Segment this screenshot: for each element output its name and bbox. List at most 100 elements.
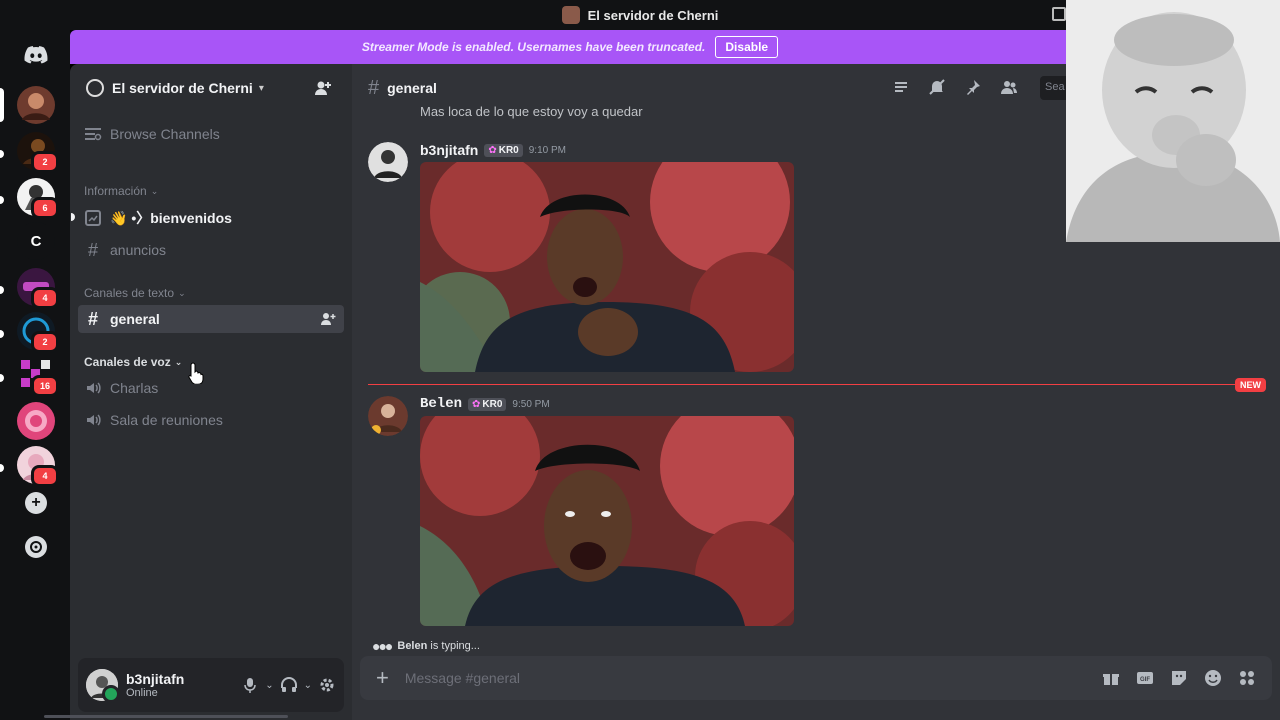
category-voice[interactable]: Canales de voz ⌄	[84, 355, 182, 369]
category-label: Canales de voz	[84, 355, 171, 369]
channel-title: general	[387, 80, 437, 96]
mention-badge: 4	[31, 287, 59, 309]
typing-user: Belen	[397, 640, 428, 652]
voice-channel-charlas[interactable]: Charlas	[78, 374, 344, 402]
typing-indicator: ●●● Belen is typing...	[372, 638, 480, 654]
avatar[interactable]	[368, 142, 408, 182]
guild-tag[interactable]: ✿ KR0	[468, 397, 507, 411]
emoji-icon[interactable]	[1204, 669, 1222, 687]
user-status: Online	[126, 687, 158, 699]
mouse-cursor-icon	[188, 362, 204, 384]
gif-picker-icon[interactable]: GIF	[1136, 669, 1154, 687]
server-icon-1[interactable]	[17, 86, 55, 124]
paw-icon: ✿	[472, 398, 481, 410]
channel-sidebar: El servidor de Cherni ▾ Browse Channels …	[70, 64, 352, 720]
mention-badge: 2	[31, 151, 59, 173]
chevron-down-icon[interactable]: ⌄	[265, 680, 273, 691]
rules-channel-icon	[85, 210, 101, 226]
new-messages-divider	[368, 384, 1248, 385]
banner-text: Streamer Mode is enabled. Usernames have…	[361, 40, 706, 54]
discord-home-button[interactable]	[17, 36, 55, 74]
browse-channels[interactable]: Browse Channels	[84, 126, 220, 142]
browse-channels-label: Browse Channels	[110, 126, 220, 142]
category-info[interactable]: Información ⌄	[84, 184, 158, 198]
threads-icon[interactable]	[892, 78, 910, 96]
server-icon-9[interactable]: 4	[17, 446, 59, 487]
discover-button[interactable]	[25, 536, 47, 558]
gif-attachment[interactable]	[420, 416, 794, 626]
microphone-icon[interactable]	[241, 676, 259, 694]
message-composer: + GIF	[360, 656, 1272, 700]
channel-anuncios[interactable]: # anuncios	[78, 236, 344, 264]
notification-bell-muted-icon[interactable]	[928, 78, 946, 96]
channel-label: Sala de reuniones	[110, 412, 223, 428]
inbox-icon[interactable]	[1052, 7, 1066, 21]
disable-button[interactable]: Disable	[715, 36, 779, 58]
new-messages-badge: NEW	[1235, 378, 1266, 392]
plus-icon: +	[31, 494, 41, 511]
hash-icon: #	[87, 308, 98, 329]
server-icon-5[interactable]: 4	[17, 268, 59, 309]
svg-text:GIF: GIF	[1140, 677, 1150, 683]
gear-icon[interactable]	[318, 676, 336, 694]
paw-icon: ✿	[488, 144, 497, 156]
server-icon-3[interactable]: 6	[17, 178, 59, 219]
server-icon-8[interactable]	[17, 402, 55, 440]
scrollbar[interactable]	[44, 715, 288, 718]
apps-icon[interactable]	[1238, 669, 1256, 687]
server-header[interactable]: El servidor de Cherni ▾	[70, 64, 352, 112]
member-list-icon[interactable]	[1000, 78, 1018, 96]
chevron-down-icon[interactable]: ⌄	[304, 680, 312, 691]
gif-attachment[interactable]	[420, 162, 794, 372]
message-input[interactable]	[404, 670, 1005, 686]
mention-badge: 2	[31, 331, 59, 353]
mention-badge: 6	[31, 197, 59, 219]
chevron-down-icon: ⌄	[178, 287, 186, 298]
compass-icon	[30, 541, 42, 553]
user-panel: b3njitafn Online ⌄ ⌄	[78, 658, 344, 712]
gift-icon[interactable]	[1102, 669, 1120, 687]
server-icon-2[interactable]: 2	[17, 132, 59, 173]
mention-badge: 16	[31, 375, 59, 397]
channel-label: 👋 •〉bienvenidos	[110, 210, 232, 226]
chevron-down-icon: ▾	[258, 82, 264, 94]
channel-label: general	[110, 311, 160, 327]
message-author[interactable]: Belen	[420, 396, 462, 412]
invite-people-icon[interactable]	[314, 79, 332, 97]
online-status-indicator	[102, 685, 120, 703]
hash-icon: #	[368, 76, 380, 99]
avatar[interactable]	[368, 396, 408, 436]
channel-bienvenidos[interactable]: 👋 •〉bienvenidos	[71, 204, 344, 232]
server-icon	[561, 6, 580, 24]
channel-label: anuncios	[110, 242, 167, 258]
server-name: El servidor de Cherni	[112, 80, 253, 96]
mention-badge: 4	[31, 465, 59, 487]
category-text[interactable]: Canales de texto ⌄	[84, 286, 186, 300]
pin-icon[interactable]	[964, 78, 982, 96]
add-server-button[interactable]: +	[25, 492, 47, 514]
window-title: El servidor de Cherni	[587, 7, 719, 23]
add-member-icon[interactable]	[320, 311, 336, 327]
message-author[interactable]: b3njitafn	[420, 142, 478, 158]
category-label: Canales de texto	[84, 286, 175, 300]
sticker-icon[interactable]	[1170, 669, 1188, 687]
streamer-mode-banner: Streamer Mode is enabled. Usernames have…	[70, 30, 1070, 64]
server-icon-4[interactable]: C	[17, 222, 55, 260]
channel-label: Charlas	[110, 380, 159, 396]
server-icon-7[interactable]: 16	[17, 356, 59, 397]
hash-icon: #	[87, 239, 98, 260]
discord-logo-icon	[24, 46, 48, 64]
speaker-icon	[87, 382, 101, 394]
message-timestamp: 9:10 PM	[528, 144, 566, 156]
headphones-icon[interactable]	[280, 676, 298, 694]
channel-general[interactable]: # general	[78, 305, 344, 333]
voice-channel-sala-de-reuniones[interactable]: Sala de reuniones	[78, 406, 344, 434]
server-badge-icon	[86, 79, 104, 97]
avatar[interactable]	[86, 669, 120, 703]
browse-channels-icon	[85, 128, 102, 141]
server-icon-6[interactable]: 2	[17, 312, 59, 353]
category-label: Información	[84, 184, 147, 198]
guild-tag[interactable]: ✿ KR0	[484, 143, 523, 157]
typing-suffix: is typing...	[427, 640, 480, 652]
attach-plus-icon[interactable]: +	[376, 665, 389, 691]
